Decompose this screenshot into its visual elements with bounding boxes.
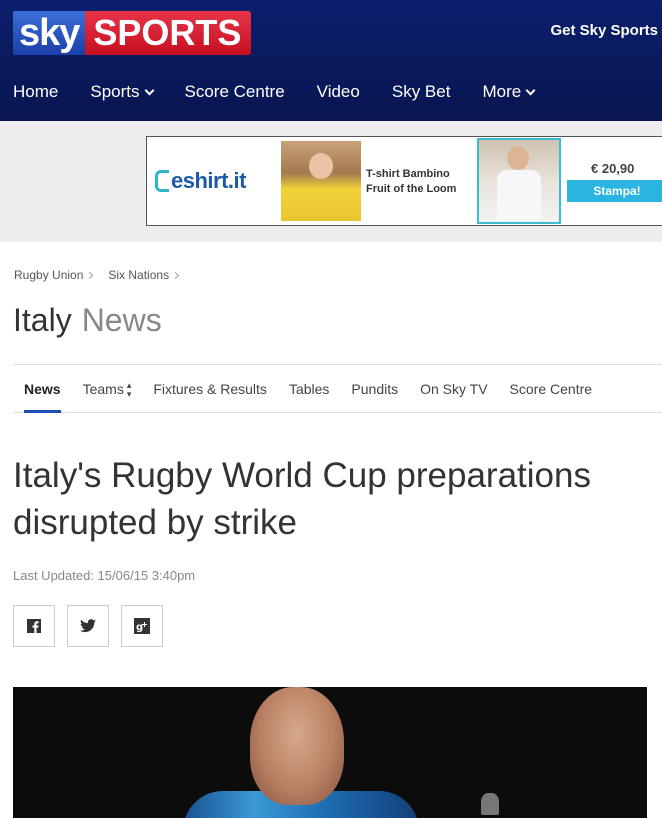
tab-on-sky-tv[interactable]: On Sky TV (409, 365, 498, 413)
eshirt-logo-text: eshirt.it (171, 168, 246, 193)
page-title-sub: News (81, 302, 162, 338)
eshirt-logo[interactable]: eshirt.it (147, 168, 277, 194)
logo-sky-text: sky (13, 11, 86, 55)
child-head-shape (309, 153, 333, 179)
player-head-shape (250, 687, 344, 805)
nav-sky-bet-label: Sky Bet (391, 82, 451, 101)
tab-fixtures-results[interactable]: Fixtures & Results (142, 365, 278, 413)
get-sky-sports-link[interactable]: Get Sky Sports (550, 22, 658, 39)
section-tabs: News Teams ▴ ▾ Fixtures & Results Tables P… (13, 364, 662, 413)
facebook-icon (27, 619, 41, 633)
ad-product-image-child[interactable] (281, 141, 361, 221)
site-header: sky SPORTS Get Sky Sports Home Sports Sc… (0, 0, 662, 121)
last-updated: Last Updated: 15/06/15 3:40pm (13, 568, 196, 583)
breadcrumb: Rugby Union Six Nations (14, 268, 194, 282)
tab-score-centre[interactable]: Score Centre (499, 365, 603, 413)
nav-sports[interactable]: Sports (90, 82, 154, 102)
share-facebook-button[interactable] (13, 605, 55, 647)
nav-sports-label: Sports (90, 82, 140, 101)
nav-more[interactable]: More (482, 82, 536, 102)
nav-video-label: Video (316, 82, 360, 101)
chevron-down-icon (525, 85, 536, 95)
eshirt-logo-mark-icon (155, 170, 169, 192)
page-title-main: Italy (13, 302, 72, 338)
main-nav: Home Sports Score Centre Video Sky Bet M… (13, 82, 566, 102)
trophy-shape (481, 793, 499, 815)
ad-product-line2: Fruit of the Loom (366, 183, 457, 195)
nav-video[interactable]: Video (317, 82, 360, 102)
share-twitter-button[interactable] (67, 605, 109, 647)
breadcrumb-six-nations[interactable]: Six Nations (108, 268, 180, 282)
svg-text:g: g (136, 622, 143, 633)
ad-product-text[interactable]: T-shirt Bambino Fruit of the Loom (366, 167, 456, 197)
google-plus-icon: g (134, 618, 150, 634)
ad-price: € 20,90 (591, 161, 635, 176)
tab-teams[interactable]: Teams ▴ ▾ (72, 365, 143, 413)
advert-banner[interactable]: eshirt.it T-shirt Bambino Fruit of the L… (146, 136, 662, 226)
sky-sports-logo[interactable]: sky SPORTS (13, 11, 252, 55)
logo-sports-text: SPORTS (85, 11, 252, 55)
chevron-right-icon (172, 271, 180, 279)
tab-teams-label: Teams (82, 380, 124, 397)
ad-stampa-button[interactable]: Stampa! (567, 180, 662, 202)
ad-product-line1: T-shirt Bambino (366, 168, 450, 180)
chevron-down-icon (144, 85, 154, 95)
tab-news[interactable]: News (13, 365, 72, 413)
adult-head-shape (507, 146, 529, 170)
nav-home-label: Home (13, 82, 59, 101)
share-google-plus-button[interactable]: g (121, 605, 163, 647)
nav-score-centre[interactable]: Score Centre (185, 82, 285, 102)
tab-tables[interactable]: Tables (278, 365, 340, 413)
page-title: Italy News (13, 302, 162, 339)
breadcrumb-label: Rugby Union (14, 268, 84, 282)
twitter-icon (80, 619, 96, 633)
nav-more-label: More (482, 82, 522, 101)
sort-arrows-icon: ▴ ▾ (126, 379, 132, 399)
breadcrumb-label: Six Nations (108, 268, 170, 282)
tab-pundits[interactable]: Pundits (340, 365, 409, 413)
nav-score-centre-label: Score Centre (184, 82, 285, 101)
chevron-right-icon (86, 271, 94, 279)
adult-shirt-shape (497, 170, 541, 220)
article-photo[interactable] (13, 687, 647, 818)
ad-area: eshirt.it T-shirt Bambino Fruit of the L… (0, 121, 662, 242)
article-headline: Italy's Rugby World Cup preparations dis… (13, 456, 591, 542)
share-buttons: g (13, 605, 163, 647)
nav-home[interactable]: Home (13, 82, 58, 102)
breadcrumb-rugby-union[interactable]: Rugby Union (14, 268, 94, 282)
nav-sky-bet[interactable]: Sky Bet (392, 82, 451, 102)
ad-product-image-adult[interactable] (477, 138, 561, 224)
